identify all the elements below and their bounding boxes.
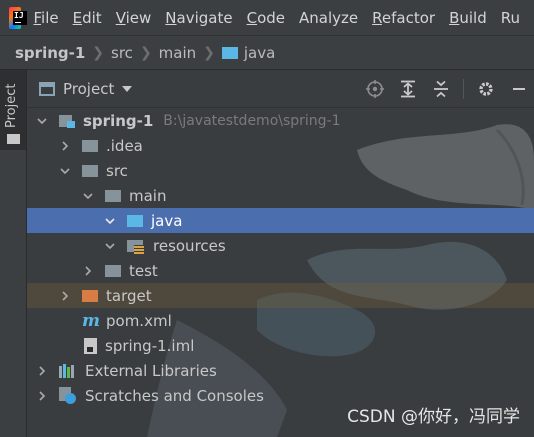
folder-icon	[105, 189, 121, 202]
tree-row-project-root[interactable]: spring-1 B:\javatestdemo\spring-1	[27, 108, 534, 133]
breadcrumb-separator-icon: ❯	[92, 44, 105, 61]
gear-icon[interactable]	[475, 78, 497, 100]
tree-row-label: .idea	[106, 136, 143, 155]
tree-row-pom[interactable]: m pom.xml	[27, 308, 534, 333]
tree-row-label: main	[129, 186, 167, 205]
chevron-down-icon[interactable]	[122, 85, 133, 92]
tree-row-label: External Libraries	[85, 361, 217, 380]
menu-bar: IJ File Edit View Navigate Code Analyze …	[0, 0, 534, 36]
watermark: CSDN @你好，冯同学	[347, 407, 520, 427]
tree-row-label: java	[151, 211, 183, 230]
module-icon	[59, 113, 75, 128]
chevron-down-icon[interactable]	[37, 116, 47, 126]
project-view-icon	[39, 81, 55, 96]
expand-all-icon[interactable]	[397, 78, 419, 100]
chevron-down-icon[interactable]	[83, 191, 93, 201]
breadcrumb-separator-icon: ❯	[203, 44, 215, 61]
breadcrumb-project[interactable]: spring-1	[15, 44, 85, 62]
menu-build[interactable]: Build	[449, 9, 487, 27]
tree-row-src[interactable]: src	[27, 158, 534, 183]
breadcrumb-main[interactable]: main	[159, 44, 196, 62]
minimize-icon[interactable]	[508, 78, 530, 100]
breadcrumb-separator-icon: ❯	[139, 44, 152, 61]
tree-row-iml[interactable]: spring-1.iml	[27, 333, 534, 358]
locate-icon[interactable]	[364, 78, 386, 100]
folder-icon	[82, 164, 98, 177]
project-view-selector[interactable]: Project	[63, 80, 114, 98]
intellij-logo-icon: IJ	[9, 6, 27, 29]
tree-row-label: resources	[153, 236, 226, 255]
tree-row-label: src	[106, 161, 128, 180]
collapse-all-icon[interactable]	[430, 78, 452, 100]
tree-row-label: spring-1	[83, 111, 154, 130]
breadcrumb: spring-1 ❯ src ❯ main ❯ java	[0, 36, 534, 70]
folder-icon	[82, 139, 98, 152]
menu-run[interactable]: Ru	[501, 9, 520, 27]
chevron-right-icon[interactable]	[37, 365, 47, 376]
menu-refactor[interactable]: Refactor	[372, 9, 435, 27]
tree-row-idea[interactable]: .idea	[27, 133, 534, 158]
menu-edit[interactable]: Edit	[73, 9, 102, 27]
iml-file-icon	[84, 337, 97, 354]
chevron-down-icon[interactable]	[60, 166, 70, 176]
library-icon	[59, 363, 77, 378]
tree-row-test[interactable]: test	[27, 258, 534, 283]
folder-icon	[7, 134, 20, 144]
tree-row-resources[interactable]: resources	[27, 233, 534, 258]
tree-row-label: spring-1.iml	[105, 336, 195, 355]
breadcrumb-src[interactable]: src	[111, 44, 133, 62]
menu-navigate[interactable]: Navigate	[165, 9, 232, 27]
chevron-down-icon[interactable]	[105, 216, 115, 226]
tree-row-path: B:\javatestdemo\spring-1	[163, 112, 341, 129]
tree-row-label: pom.xml	[106, 311, 172, 330]
source-folder-icon	[221, 46, 238, 59]
tool-window-stripe: Project	[0, 70, 27, 437]
tree-row-label: test	[129, 261, 158, 280]
chevron-down-icon[interactable]	[105, 241, 115, 251]
menu-analyze[interactable]: Analyze	[299, 9, 358, 27]
scratches-icon	[59, 386, 77, 405]
menu-view[interactable]: View	[116, 9, 152, 27]
project-panel: Project spring-1 B:\javatestdemo\spring-…	[27, 70, 534, 437]
tree-row-external-libraries[interactable]: External Libraries	[27, 358, 534, 383]
tree-row-main[interactable]: main	[27, 183, 534, 208]
project-tool-tab-label: Project	[4, 83, 19, 128]
chevron-right-icon[interactable]	[60, 290, 70, 301]
chevron-right-icon[interactable]	[37, 390, 47, 401]
excluded-folder-icon	[82, 289, 98, 302]
toolbar-divider	[463, 79, 464, 99]
project-tree: spring-1 B:\javatestdemo\spring-1 .idea …	[27, 108, 534, 408]
resources-folder-icon	[127, 238, 145, 254]
project-panel-header: Project	[27, 70, 534, 108]
breadcrumb-java-label: java	[243, 43, 276, 62]
maven-icon: m	[82, 310, 100, 331]
menu-file[interactable]: File	[34, 9, 59, 27]
tree-row-java[interactable]: java	[27, 208, 534, 233]
chevron-right-icon[interactable]	[83, 265, 93, 276]
project-tool-tab[interactable]: Project	[0, 70, 26, 150]
tree-row-target[interactable]: target	[27, 283, 534, 308]
folder-icon	[105, 264, 121, 277]
breadcrumb-java[interactable]: java	[221, 43, 276, 62]
tree-row-label: Scratches and Consoles	[85, 386, 264, 405]
chevron-right-icon[interactable]	[60, 140, 70, 151]
menu-code[interactable]: Code	[247, 9, 285, 27]
tree-row-label: target	[106, 286, 152, 305]
source-folder-icon	[127, 214, 143, 227]
